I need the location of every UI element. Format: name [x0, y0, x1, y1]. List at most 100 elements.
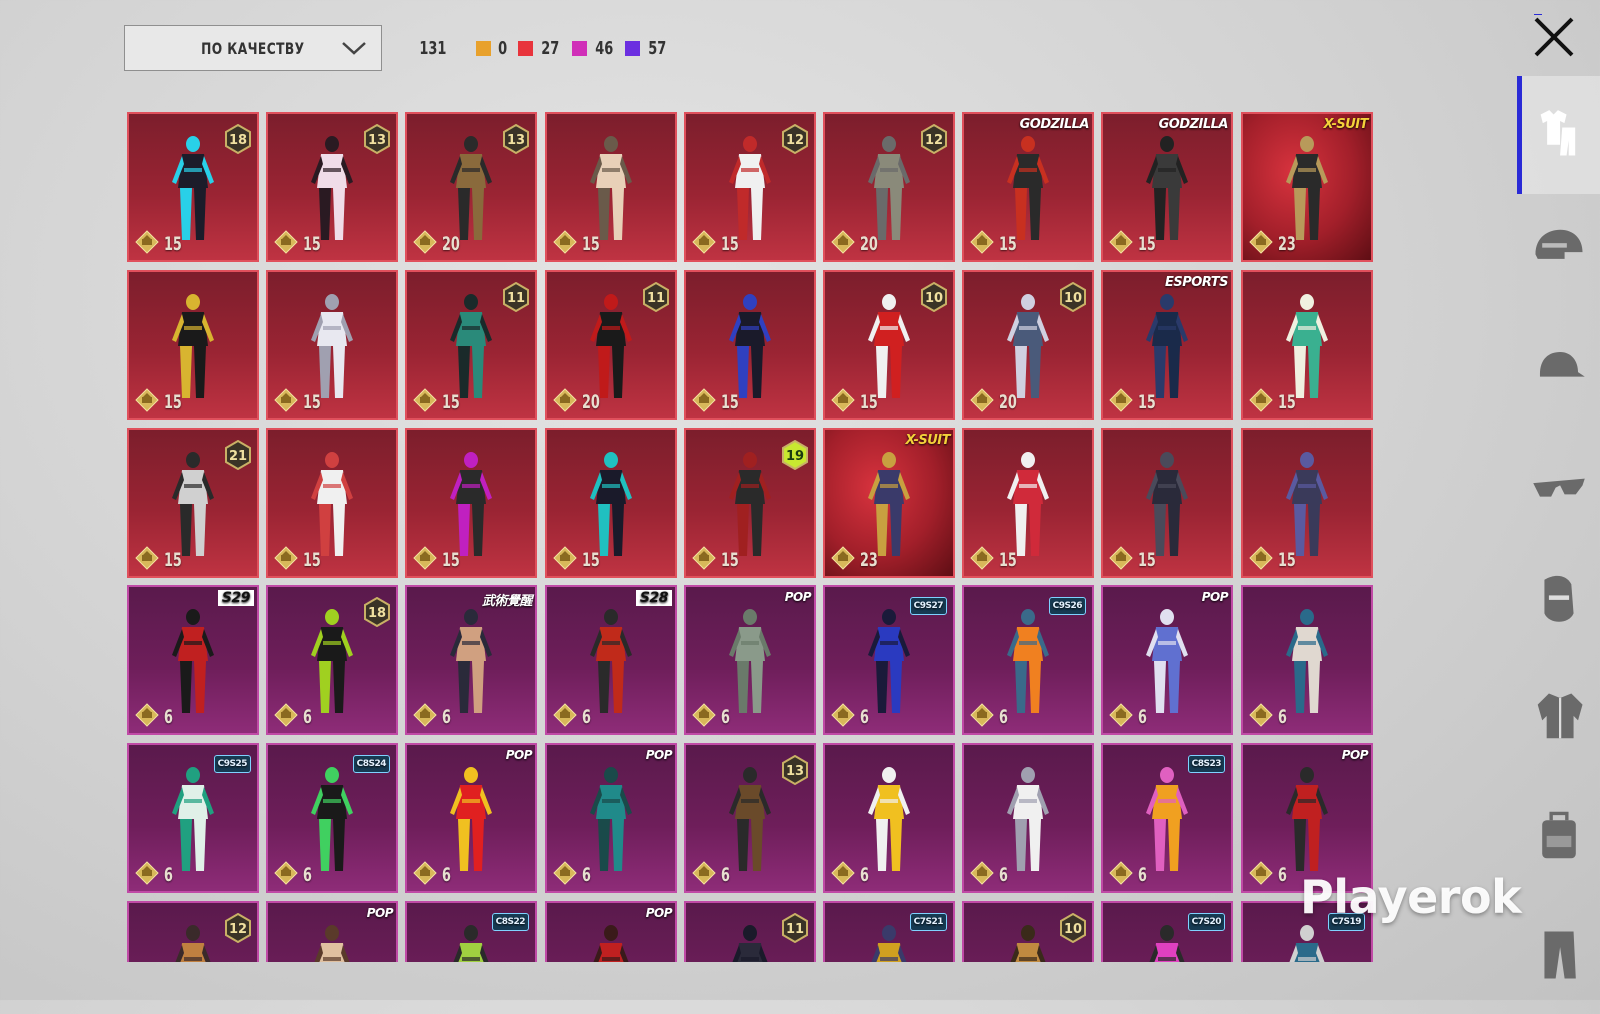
item-card[interactable]: S28 6: [545, 585, 677, 735]
outfit-figure: [868, 452, 910, 556]
sidebar-item-pants[interactable]: [1517, 896, 1600, 1014]
item-cost: 6: [860, 706, 869, 728]
level-badge: 13: [364, 124, 390, 154]
sidebar-item-jacket[interactable]: [1517, 658, 1600, 776]
item-card[interactable]: 15: [405, 428, 537, 578]
coin-icon: [692, 230, 716, 254]
quality-count: 27: [518, 38, 562, 59]
sidebar-item-cap[interactable]: [1517, 312, 1600, 430]
item-card[interactable]: S29 6: [127, 585, 259, 735]
item-card[interactable]: 6: [823, 743, 955, 893]
item-cost: 20: [442, 233, 460, 255]
item-card[interactable]: POP: [266, 901, 398, 962]
item-card[interactable]: 10 15: [823, 270, 955, 420]
quality-count: 57: [625, 38, 669, 59]
level-badge: 21: [225, 440, 251, 470]
sort-dropdown[interactable]: ПО КАЧЕСТВУ: [124, 25, 382, 71]
item-card[interactable]: 15: [545, 428, 677, 578]
coin-icon: [831, 230, 855, 254]
coin-icon: [274, 703, 298, 727]
coin-icon: [1249, 546, 1273, 570]
item-card[interactable]: 19 15: [684, 428, 816, 578]
collection-tag: C8S22: [491, 913, 529, 931]
outfit-figure: [729, 767, 771, 871]
item-cost: 15: [303, 549, 321, 571]
collection-tag: X-SUIT: [1323, 117, 1369, 132]
item-card[interactable]: 15: [545, 112, 677, 262]
item-card[interactable]: 10: [962, 901, 1094, 962]
item-card[interactable]: 18 15: [127, 112, 259, 262]
item-card[interactable]: POP 6: [1101, 585, 1233, 735]
item-card[interactable]: POP 6: [684, 585, 816, 735]
item-card[interactable]: 12: [127, 901, 259, 962]
outfit-figure: [450, 767, 492, 871]
item-card[interactable]: 11: [684, 901, 816, 962]
item-card[interactable]: C8S24 6: [266, 743, 398, 893]
item-card[interactable]: 15: [266, 428, 398, 578]
sidebar-item-glasses[interactable]: [1517, 432, 1600, 550]
glasses-icon: [1532, 478, 1585, 497]
coin-icon: [274, 861, 298, 885]
item-card[interactable]: 15: [127, 270, 259, 420]
collection-tag: POP: [784, 590, 812, 604]
level-badge: 11: [503, 282, 529, 312]
item-card[interactable]: C9S25 6: [127, 743, 259, 893]
item-card[interactable]: C8S23 6: [1101, 743, 1233, 893]
item-card[interactable]: GODZILLA 15: [1101, 112, 1233, 262]
item-card[interactable]: 11 15: [405, 270, 537, 420]
helmet-icon: [1534, 229, 1583, 259]
item-card[interactable]: X-SUIT 23: [823, 428, 955, 578]
item-card[interactable]: 6: [1241, 585, 1373, 735]
item-card[interactable]: POP 6: [405, 743, 537, 893]
item-card[interactable]: GODZILLA 15: [962, 112, 1094, 262]
item-cost: 15: [303, 233, 321, 255]
outfit-figure: [311, 452, 353, 556]
item-card[interactable]: 13 20: [405, 112, 537, 262]
outfit-figure: [1007, 136, 1049, 240]
item-card[interactable]: C9S27 6: [823, 585, 955, 735]
svg-text:10: 10: [1064, 291, 1082, 306]
item-card[interactable]: C7S20: [1101, 901, 1233, 962]
sidebar-item-mask[interactable]: [1517, 542, 1600, 660]
close-icon[interactable]: [1531, 14, 1577, 60]
collection-tag: C7S21: [909, 913, 947, 931]
item-card[interactable]: C9S26 6: [962, 585, 1094, 735]
item-cost: 6: [303, 706, 312, 728]
coin-icon: [1249, 861, 1273, 885]
outfit-figure: [1286, 294, 1328, 398]
coin-icon: [970, 230, 994, 254]
item-card[interactable]: POP: [545, 901, 677, 962]
item-card[interactable]: 15: [266, 270, 398, 420]
collection-tag: POP: [645, 748, 673, 762]
item-cost: 15: [1138, 391, 1156, 413]
coin-icon: [831, 388, 855, 412]
item-card[interactable]: 15: [1241, 270, 1373, 420]
item-card[interactable]: 武術覺醒 6: [405, 585, 537, 735]
outfit-figure: [1007, 452, 1049, 556]
item-card[interactable]: X-SUIT 23: [1241, 112, 1373, 262]
sidebar-item-backpack[interactable]: [1517, 778, 1600, 896]
item-card[interactable]: 11 20: [545, 270, 677, 420]
item-card[interactable]: 15: [1241, 428, 1373, 578]
item-card[interactable]: 15: [684, 270, 816, 420]
svg-text:11: 11: [507, 291, 525, 306]
item-card[interactable]: 15: [1101, 428, 1233, 578]
item-card[interactable]: 18 6: [266, 585, 398, 735]
item-card[interactable]: 12 15: [684, 112, 816, 262]
item-cost: 6: [1278, 706, 1287, 728]
item-card[interactable]: ESPORTS 15: [1101, 270, 1233, 420]
item-card[interactable]: 10 20: [962, 270, 1094, 420]
item-card[interactable]: 15: [962, 428, 1094, 578]
item-card[interactable]: 13 15: [266, 112, 398, 262]
sidebar-item-outfit[interactable]: [1517, 76, 1600, 194]
item-card[interactable]: POP 6: [545, 743, 677, 893]
outfit-figure: [729, 452, 771, 556]
sidebar-item-helmet[interactable]: [1517, 192, 1600, 310]
item-card[interactable]: C8S22: [405, 901, 537, 962]
item-card[interactable]: 12 20: [823, 112, 955, 262]
item-card[interactable]: 6: [962, 743, 1094, 893]
item-card[interactable]: 13 6: [684, 743, 816, 893]
total-count: 131: [419, 37, 447, 59]
item-card[interactable]: 21 15: [127, 428, 259, 578]
item-card[interactable]: C7S21: [823, 901, 955, 962]
